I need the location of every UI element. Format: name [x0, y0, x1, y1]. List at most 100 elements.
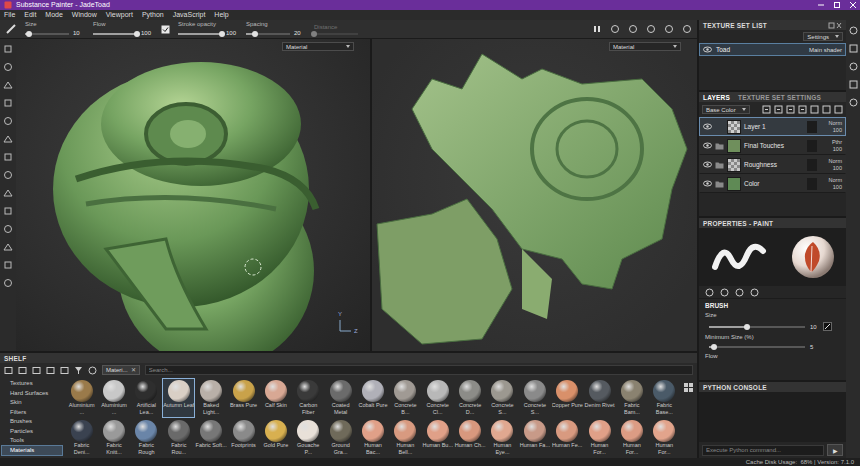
- texture-set-icon[interactable]: [849, 26, 858, 35]
- new-icon[interactable]: [18, 366, 27, 375]
- polygon-fill-icon[interactable]: [3, 188, 13, 198]
- category-item[interactable]: Hard Surfaces: [2, 389, 62, 399]
- material-item[interactable]: Brass Pure: [228, 379, 259, 417]
- material-item[interactable]: Human Fa...: [519, 419, 550, 457]
- eye-icon[interactable]: [703, 142, 712, 149]
- blend-mode[interactable]: Norm: [829, 158, 842, 165]
- param-value[interactable]: 100: [141, 30, 153, 37]
- python-command-input[interactable]: [702, 445, 824, 456]
- menu-item[interactable]: File: [4, 10, 15, 20]
- material-item[interactable]: Coated Metal: [325, 379, 356, 417]
- tool-param[interactable]: Distance: [314, 24, 358, 35]
- material-item[interactable]: Copper Pure: [552, 379, 583, 417]
- material-item[interactable]: Aluminium ...: [66, 379, 97, 417]
- material-item[interactable]: Fabric Knitt...: [98, 419, 129, 457]
- category-item[interactable]: Materials: [2, 446, 62, 456]
- mask-slot[interactable]: [807, 140, 817, 152]
- mask-slot[interactable]: [807, 159, 817, 171]
- tool-param[interactable]: Size10: [25, 21, 85, 37]
- material-item[interactable]: Calf Skin: [260, 379, 291, 417]
- picker-icon[interactable]: [3, 152, 13, 162]
- display-icon[interactable]: [646, 24, 656, 34]
- mask-slot[interactable]: [807, 121, 817, 133]
- paint-brush-icon[interactable]: [3, 44, 13, 54]
- folder-icon[interactable]: [715, 142, 724, 150]
- grid-view-icon[interactable]: [684, 383, 693, 392]
- pause-icon[interactable]: [592, 24, 602, 34]
- minimize-icon[interactable]: [816, 1, 826, 9]
- properties-icon[interactable]: [849, 62, 858, 71]
- import-icon[interactable]: [32, 366, 41, 375]
- material-item[interactable]: Aluminium ...: [98, 379, 129, 417]
- duplicate-icon[interactable]: [822, 105, 831, 114]
- display-settings-icon[interactable]: [849, 80, 858, 89]
- blend-settings[interactable]: Norm100: [820, 120, 842, 134]
- jade-toad-model[interactable]: [16, 39, 370, 351]
- uv-layout[interactable]: [372, 39, 697, 351]
- material-item[interactable]: Human For...: [649, 419, 680, 457]
- blend-mode[interactable]: Pthr: [832, 139, 842, 146]
- viewport-3d-mode-dropdown[interactable]: Material: [282, 42, 354, 51]
- eraser-icon[interactable]: [3, 62, 13, 72]
- log-icon[interactable]: [3, 278, 13, 288]
- add-paint-layer-icon[interactable]: [762, 105, 771, 114]
- material-item[interactable]: Baked Light...: [195, 379, 226, 417]
- restore-icon[interactable]: [832, 1, 842, 9]
- texture-set-item[interactable]: ToadMain shader: [699, 43, 846, 56]
- menu-item[interactable]: Mode: [45, 10, 63, 20]
- eye-icon[interactable]: [703, 161, 712, 168]
- screenshot-icon[interactable]: [682, 24, 692, 34]
- export-icon[interactable]: [3, 260, 13, 270]
- material-item[interactable]: Ground Gra...: [325, 419, 356, 457]
- camera-mode-icon[interactable]: [610, 24, 620, 34]
- eye-icon[interactable]: [703, 123, 712, 130]
- layers-icon[interactable]: [3, 206, 13, 216]
- tab-close-button[interactable]: ✕: [131, 367, 136, 373]
- eye-icon[interactable]: [703, 180, 712, 187]
- panel-tab[interactable]: LAYERS: [703, 94, 730, 101]
- layer-opacity[interactable]: 100: [833, 146, 842, 153]
- bake-icon[interactable]: [3, 242, 13, 252]
- menu-item[interactable]: Viewport: [106, 10, 133, 20]
- layer-opacity[interactable]: 100: [833, 165, 842, 172]
- material-item[interactable]: Fabric Base...: [649, 379, 680, 417]
- panel-float-close-icon[interactable]: [828, 22, 842, 29]
- material-item[interactable]: Human Eye...: [487, 419, 518, 457]
- viewport-2d[interactable]: Material: [372, 39, 697, 351]
- help-icon[interactable]: [628, 24, 638, 34]
- material-item[interactable]: Cobalt Pure: [357, 379, 388, 417]
- mask-slot[interactable]: [807, 178, 817, 190]
- param-value[interactable]: 5: [810, 344, 818, 350]
- folder-icon[interactable]: [4, 366, 13, 375]
- param-slider[interactable]: [246, 33, 290, 35]
- blend-mode[interactable]: Norm: [829, 120, 842, 127]
- material-item[interactable]: Concrete D...: [454, 379, 485, 417]
- pressure-toggle-icon[interactable]: [161, 25, 170, 34]
- material-item[interactable]: Carbon Fiber: [293, 379, 324, 417]
- blend-mode[interactable]: Norm: [829, 177, 842, 184]
- layer-row[interactable]: ColorNorm100: [699, 174, 846, 193]
- hide-icon[interactable]: [46, 366, 55, 375]
- material-item[interactable]: Human Fe...: [552, 419, 583, 457]
- brush-icon[interactable]: [5, 23, 17, 35]
- category-item[interactable]: Particles: [2, 427, 62, 437]
- add-folder-icon[interactable]: [810, 105, 819, 114]
- panel-tab[interactable]: TEXTURE SET SETTINGS: [738, 94, 821, 101]
- material-item[interactable]: Concrete B...: [390, 379, 421, 417]
- blend-settings[interactable]: Norm100: [820, 177, 842, 191]
- layer-row[interactable]: Final TouchesPthr100: [699, 136, 846, 155]
- filter-icon[interactable]: [74, 366, 83, 375]
- blend-settings[interactable]: Norm100: [820, 158, 842, 172]
- property-tab-icon[interactable]: [750, 288, 759, 297]
- channel-dropdown[interactable]: Base Color: [702, 105, 750, 114]
- category-item[interactable]: Brushes: [2, 417, 62, 427]
- material-item[interactable]: Fabric Deni...: [66, 419, 97, 457]
- param-slider[interactable]: [314, 33, 358, 35]
- param-slider[interactable]: [178, 33, 222, 35]
- export-icon[interactable]: [60, 366, 69, 375]
- material-item[interactable]: Human Bac...: [357, 419, 388, 457]
- material-item[interactable]: Human Ch...: [454, 419, 485, 457]
- render-icon[interactable]: [664, 24, 674, 34]
- material-item[interactable]: Human For...: [584, 419, 615, 457]
- category-item[interactable]: Filters: [2, 408, 62, 418]
